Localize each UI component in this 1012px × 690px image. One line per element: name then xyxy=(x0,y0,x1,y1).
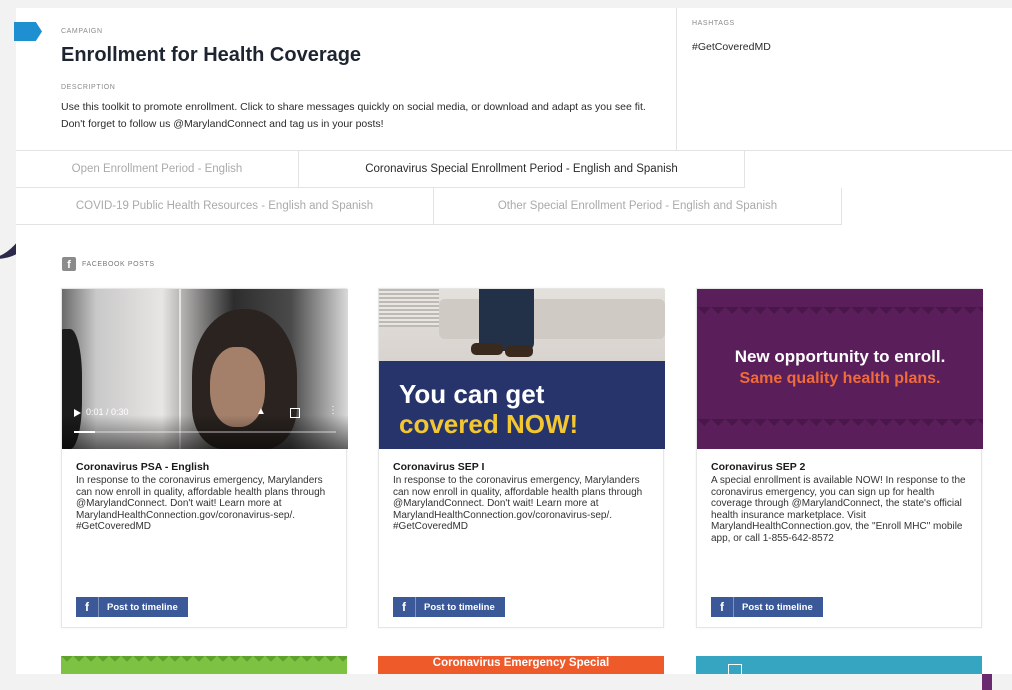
video-player[interactable]: 0:01 / 0:30 ▲ ⋮ xyxy=(62,289,348,449)
post-image-subheadline: Same quality health plans. xyxy=(739,370,941,387)
facebook-f-icon: f xyxy=(76,597,99,617)
campaign-info: CAMPAIGN Enrollment for Health Coverage … xyxy=(16,8,677,150)
document-icon xyxy=(728,664,742,674)
play-icon[interactable] xyxy=(74,409,81,417)
post-body: In response to the coronavirus emergency… xyxy=(393,475,643,533)
tab-open-enrollment-english[interactable]: Open Enrollment Period - English xyxy=(16,151,299,188)
facebook-post-card-partial xyxy=(696,656,982,674)
post-title: Coronavirus PSA - English xyxy=(76,461,210,473)
tab-other-sep[interactable]: Other Special Enrollment Period - Englis… xyxy=(434,188,842,225)
facebook-f-icon: f xyxy=(393,597,416,617)
post-image-headline: You can get xyxy=(399,379,545,409)
facebook-posts-header: f FACEBOOK POSTS xyxy=(62,256,155,272)
campaign-label: CAMPAIGN xyxy=(61,28,103,35)
post-photo-sofa xyxy=(439,299,665,339)
facebook-post-card: 0:01 / 0:30 ▲ ⋮ Coronavirus PSA - Englis… xyxy=(61,288,348,628)
post-title: Coronavirus SEP I xyxy=(393,461,485,473)
post-to-timeline-button[interactable]: f Post to timeline xyxy=(76,597,188,617)
facebook-icon: f xyxy=(62,257,76,271)
campaign-header: CAMPAIGN Enrollment for Health Coverage … xyxy=(16,8,1012,151)
facebook-posts-label: FACEBOOK POSTS xyxy=(82,260,155,268)
post-to-timeline-button[interactable]: f Post to timeline xyxy=(711,597,823,617)
post-photo-vent xyxy=(379,289,439,327)
post-body: In response to the coronavirus emergency… xyxy=(76,475,326,533)
video-time: 0:01 / 0:30 xyxy=(86,407,129,417)
post-image-subheadline-prefix: covered xyxy=(399,409,506,439)
post-image-subheadline: covered NOW! xyxy=(399,409,578,440)
post-image-headline: Coronavirus Emergency Special xyxy=(432,657,610,669)
post-body: A special enrollment is available NOW! I… xyxy=(711,475,966,544)
post-to-timeline-label: Post to timeline xyxy=(107,601,178,613)
post-photo-shoe xyxy=(505,345,533,357)
more-options-icon[interactable]: ⋮ xyxy=(328,405,338,416)
post-image-subheadline-emphasis: NOW! xyxy=(505,409,579,439)
fullscreen-icon[interactable] xyxy=(290,408,300,418)
post-photo-person-legs xyxy=(479,289,534,351)
post-image-you-can-get-covered: You can get covered NOW! xyxy=(379,289,665,449)
tab-coronavirus-sep[interactable]: Coronavirus Special Enrollment Period - … xyxy=(299,151,745,188)
video-progress-fill xyxy=(74,431,95,433)
facebook-post-card-partial xyxy=(61,656,347,674)
post-title: Coronavirus SEP 2 xyxy=(711,461,806,473)
video-progress-bar[interactable] xyxy=(74,431,336,433)
facebook-post-card: New opportunity to enroll. Same quality … xyxy=(696,288,983,628)
volume-icon[interactable]: ▲ xyxy=(256,406,266,417)
hashtag-value[interactable]: #GetCoveredMD xyxy=(692,41,771,53)
tab-covid-public-health-resources[interactable]: COVID-19 Public Health Resources - Engli… xyxy=(16,188,434,225)
hashtags-label: HASHTAGS xyxy=(692,20,735,27)
facebook-f-icon: f xyxy=(711,597,734,617)
zigzag-pattern-bottom xyxy=(697,419,983,433)
zigzag-pattern xyxy=(61,656,347,666)
description-label: DESCRIPTION xyxy=(61,84,116,91)
post-to-timeline-label: Post to timeline xyxy=(742,601,813,613)
post-to-timeline-button[interactable]: f Post to timeline xyxy=(393,597,505,617)
post-image-headline: New opportunity to enroll. xyxy=(734,347,946,366)
campaign-title: Enrollment for Health Coverage xyxy=(61,44,362,66)
facebook-post-card: You can get covered NOW! Coronavirus SEP… xyxy=(378,288,665,628)
facebook-post-card-partial: Coronavirus Emergency Special xyxy=(378,656,664,674)
post-to-timeline-label: Post to timeline xyxy=(424,601,495,613)
post-photo-shoe xyxy=(471,343,503,355)
zigzag-pattern-top xyxy=(697,307,983,321)
campaign-description: Use this toolkit to promote enrollment. … xyxy=(61,101,646,130)
post-image-new-opportunity: New opportunity to enroll. Same quality … xyxy=(697,289,983,449)
